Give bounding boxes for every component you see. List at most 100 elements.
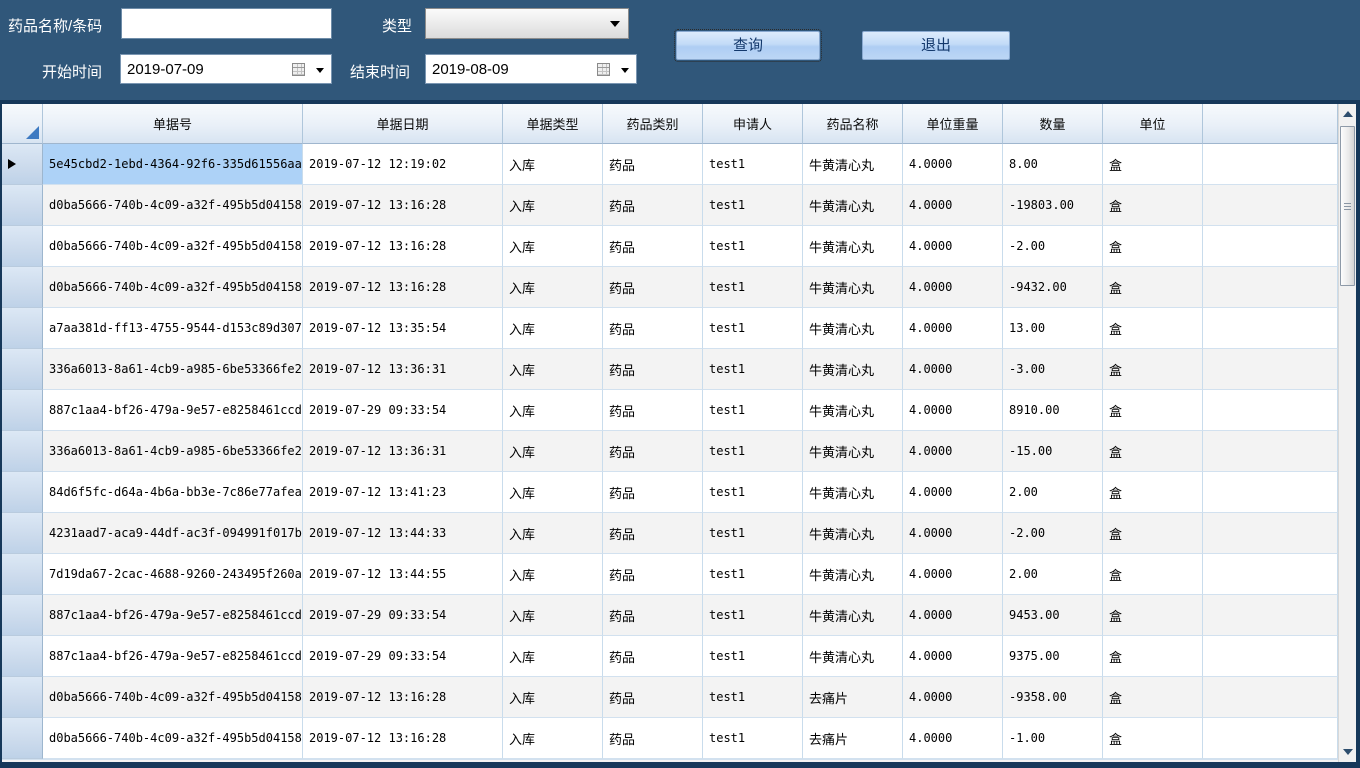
table-cell[interactable]: test1 bbox=[703, 308, 803, 349]
row-header[interactable] bbox=[2, 226, 43, 267]
column-header[interactable]: 数量 bbox=[1003, 104, 1103, 144]
exit-button[interactable]: 退出 bbox=[862, 31, 1010, 60]
table-cell-filler[interactable] bbox=[1203, 513, 1338, 554]
table-cell[interactable]: 4.0000 bbox=[903, 718, 1003, 759]
table-cell-filler[interactable] bbox=[1203, 226, 1338, 267]
table-cell[interactable]: 牛黄清心丸 bbox=[803, 226, 903, 267]
table-cell[interactable]: 4.0000 bbox=[903, 595, 1003, 636]
table-cell[interactable]: 药品 bbox=[603, 431, 703, 472]
table-cell[interactable]: 药品 bbox=[603, 513, 703, 554]
table-cell[interactable]: d0ba5666-740b-4c09-a32f-495b5d041580 bbox=[43, 267, 303, 308]
table-cell[interactable]: 盒 bbox=[1103, 636, 1203, 677]
table-cell-filler[interactable] bbox=[1203, 349, 1338, 390]
row-header[interactable] bbox=[2, 718, 43, 759]
table-cell[interactable]: 4.0000 bbox=[903, 636, 1003, 677]
table-cell[interactable]: test1 bbox=[703, 718, 803, 759]
table-cell[interactable]: 牛黄清心丸 bbox=[803, 431, 903, 472]
table-cell[interactable]: 牛黄清心丸 bbox=[803, 349, 903, 390]
table-cell-filler[interactable] bbox=[1203, 267, 1338, 308]
table-cell[interactable]: 9453.00 bbox=[1003, 595, 1103, 636]
drug-name-input[interactable] bbox=[121, 8, 332, 39]
table-cell[interactable]: test1 bbox=[703, 349, 803, 390]
row-header[interactable] bbox=[2, 185, 43, 226]
table-cell[interactable]: 2019-07-12 13:16:28 bbox=[303, 226, 503, 267]
table-cell[interactable]: 盒 bbox=[1103, 185, 1203, 226]
table-cell[interactable]: 2.00 bbox=[1003, 472, 1103, 513]
table-cell[interactable]: 2019-07-29 09:33:54 bbox=[303, 390, 503, 431]
table-cell[interactable]: test1 bbox=[703, 226, 803, 267]
table-cell[interactable]: 牛黄清心丸 bbox=[803, 185, 903, 226]
vertical-scrollbar[interactable] bbox=[1338, 104, 1356, 762]
table-cell[interactable]: 入库 bbox=[503, 431, 603, 472]
table-cell[interactable]: 盒 bbox=[1103, 431, 1203, 472]
table-cell[interactable]: 入库 bbox=[503, 308, 603, 349]
table-cell[interactable]: 4.0000 bbox=[903, 554, 1003, 595]
column-header[interactable]: 单位 bbox=[1103, 104, 1203, 144]
table-cell[interactable]: test1 bbox=[703, 431, 803, 472]
column-header[interactable]: 申请人 bbox=[703, 104, 803, 144]
table-cell-filler[interactable] bbox=[1203, 185, 1338, 226]
table-cell[interactable]: 2019-07-29 09:33:54 bbox=[303, 636, 503, 677]
table-cell[interactable]: 药品 bbox=[603, 226, 703, 267]
table-cell[interactable]: 入库 bbox=[503, 718, 603, 759]
table-cell[interactable]: 药品 bbox=[603, 390, 703, 431]
table-cell[interactable]: 盒 bbox=[1103, 677, 1203, 718]
table-cell[interactable]: 4.0000 bbox=[903, 349, 1003, 390]
row-header[interactable] bbox=[2, 636, 43, 677]
table-cell[interactable]: 牛黄清心丸 bbox=[803, 636, 903, 677]
table-cell[interactable]: 84d6f5fc-d64a-4b6a-bb3e-7c86e77afeaa bbox=[43, 472, 303, 513]
column-header[interactable]: 单据类型 bbox=[503, 104, 603, 144]
table-cell[interactable]: d0ba5666-740b-4c09-a32f-495b5d041580 bbox=[43, 226, 303, 267]
row-header[interactable] bbox=[2, 595, 43, 636]
end-date-picker[interactable]: 2019-08-09 bbox=[425, 54, 637, 84]
table-cell-filler[interactable] bbox=[1203, 431, 1338, 472]
table-cell[interactable]: 336a6013-8a61-4cb9-a985-6be53366fe2d bbox=[43, 349, 303, 390]
table-cell[interactable]: -2.00 bbox=[1003, 513, 1103, 554]
table-cell[interactable]: 入库 bbox=[503, 185, 603, 226]
table-cell[interactable]: 药品 bbox=[603, 308, 703, 349]
table-cell[interactable]: 盒 bbox=[1103, 595, 1203, 636]
table-cell[interactable]: 入库 bbox=[503, 677, 603, 718]
row-header[interactable] bbox=[2, 677, 43, 718]
table-cell[interactable]: 盒 bbox=[1103, 226, 1203, 267]
query-button[interactable]: 查询 bbox=[676, 31, 820, 60]
row-header[interactable] bbox=[2, 472, 43, 513]
table-cell[interactable]: 药品 bbox=[603, 267, 703, 308]
table-cell[interactable]: 盒 bbox=[1103, 267, 1203, 308]
table-cell[interactable]: 2019-07-12 13:36:31 bbox=[303, 349, 503, 390]
chevron-down-icon[interactable] bbox=[610, 21, 620, 27]
table-cell[interactable]: 牛黄清心丸 bbox=[803, 554, 903, 595]
scroll-down-button[interactable] bbox=[1339, 742, 1357, 762]
type-select[interactable] bbox=[425, 8, 629, 39]
table-cell[interactable]: test1 bbox=[703, 185, 803, 226]
table-cell[interactable]: 牛黄清心丸 bbox=[803, 472, 903, 513]
table-cell[interactable]: 5e45cbd2-1ebd-4364-92f6-335d61556aa2 bbox=[43, 144, 303, 185]
table-cell[interactable]: 入库 bbox=[503, 636, 603, 677]
table-cell[interactable]: 牛黄清心丸 bbox=[803, 144, 903, 185]
table-cell[interactable]: 887c1aa4-bf26-479a-9e57-e8258461ccd7 bbox=[43, 390, 303, 431]
table-cell[interactable]: 药品 bbox=[603, 472, 703, 513]
table-cell-filler[interactable] bbox=[1203, 718, 1338, 759]
table-cell[interactable]: test1 bbox=[703, 677, 803, 718]
table-cell[interactable]: 入库 bbox=[503, 595, 603, 636]
table-cell[interactable]: 牛黄清心丸 bbox=[803, 513, 903, 554]
table-cell[interactable]: d0ba5666-740b-4c09-a32f-495b5d041580 bbox=[43, 677, 303, 718]
chevron-down-icon[interactable] bbox=[316, 68, 324, 73]
table-cell[interactable]: 药品 bbox=[603, 144, 703, 185]
table-cell[interactable]: 2019-07-12 13:16:28 bbox=[303, 185, 503, 226]
table-cell[interactable]: d0ba5666-740b-4c09-a32f-495b5d041580 bbox=[43, 718, 303, 759]
table-cell[interactable]: 入库 bbox=[503, 554, 603, 595]
table-cell[interactable]: 入库 bbox=[503, 472, 603, 513]
table-cell[interactable]: 4.0000 bbox=[903, 144, 1003, 185]
table-cell[interactable]: test1 bbox=[703, 390, 803, 431]
table-cell-filler[interactable] bbox=[1203, 472, 1338, 513]
row-header[interactable] bbox=[2, 308, 43, 349]
table-cell[interactable]: 药品 bbox=[603, 349, 703, 390]
table-cell[interactable]: 2019-07-12 13:41:23 bbox=[303, 472, 503, 513]
table-cell[interactable]: test1 bbox=[703, 554, 803, 595]
table-cell[interactable]: 8.00 bbox=[1003, 144, 1103, 185]
table-cell[interactable]: 盒 bbox=[1103, 513, 1203, 554]
table-cell[interactable]: 入库 bbox=[503, 390, 603, 431]
table-cell[interactable]: 4.0000 bbox=[903, 267, 1003, 308]
table-cell[interactable]: 8910.00 bbox=[1003, 390, 1103, 431]
